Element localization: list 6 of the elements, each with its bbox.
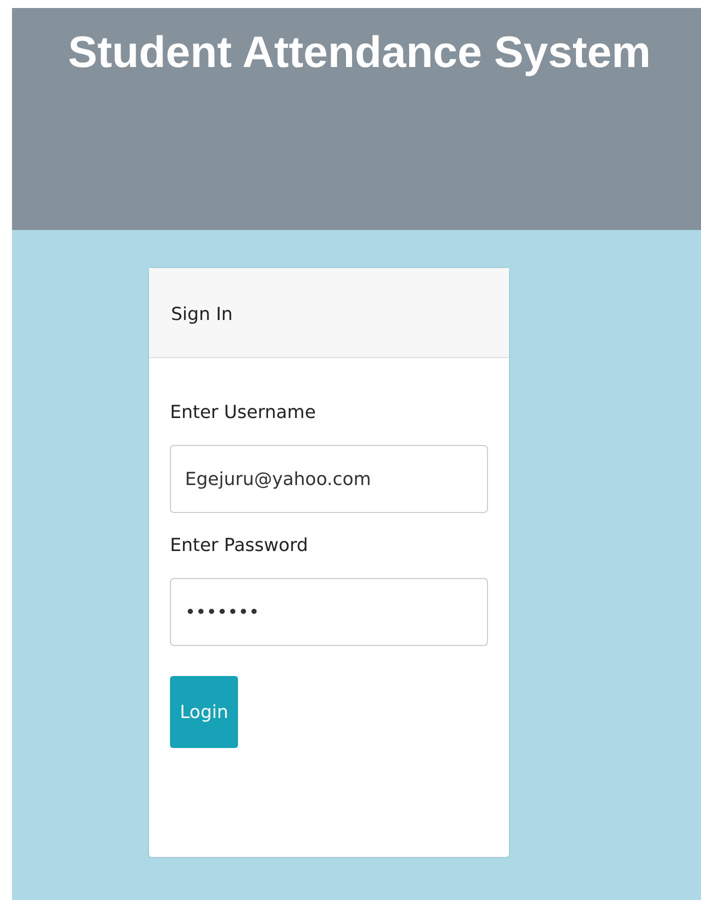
site-title: Student Attendance System xyxy=(68,28,652,78)
input-field[interactable]: Egejuru@yahoo.com xyxy=(170,445,488,513)
card-title: Sign In xyxy=(171,304,233,325)
field-label: Enter Username xyxy=(170,402,317,423)
field-label: Enter Password xyxy=(170,535,310,556)
input-field[interactable]: ••••••• xyxy=(170,578,488,646)
